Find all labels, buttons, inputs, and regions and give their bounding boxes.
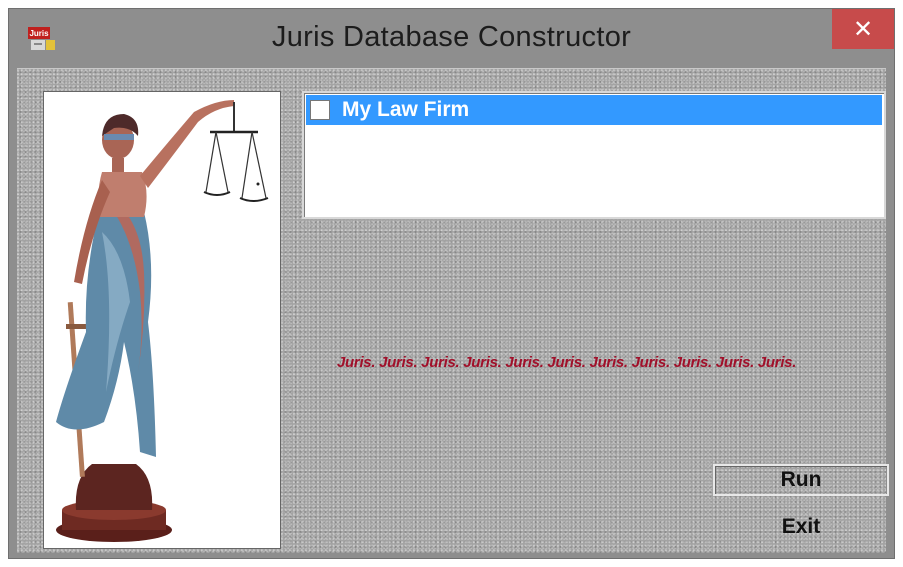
- list-item-my-law-firm[interactable]: My Law Firm: [306, 95, 882, 125]
- lady-justice-image: [43, 91, 281, 549]
- title-bar[interactable]: Juris Juris Database Constructor ✕: [9, 9, 894, 67]
- firm-checkbox[interactable]: [310, 100, 330, 120]
- close-button[interactable]: ✕: [832, 9, 894, 49]
- app-window: Juris Juris Database Constructor ✕ My La…: [8, 8, 895, 559]
- run-button[interactable]: Run: [713, 464, 889, 496]
- exit-button[interactable]: Exit: [713, 511, 889, 543]
- client-area: My Law Firm Juris. Juris. Juris. Juris. …: [17, 68, 889, 553]
- firm-label: My Law Firm: [342, 98, 470, 121]
- juris-marquee-text: Juris. Juris. Juris. Juris. Juris. Juris…: [337, 354, 797, 371]
- window-title: Juris Database Constructor: [271, 21, 632, 53]
- law-firm-list[interactable]: My Law Firm: [302, 91, 886, 219]
- close-icon: ✕: [852, 15, 874, 43]
